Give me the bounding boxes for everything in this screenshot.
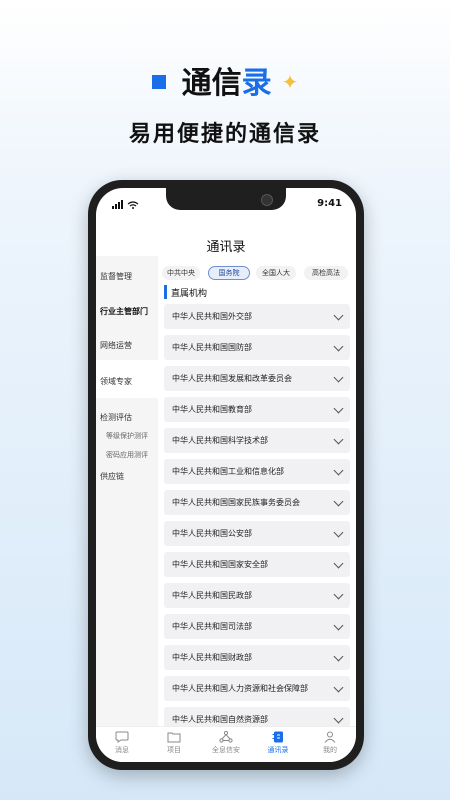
phone-screen: 9:41 通讯录 监督管理行业主管部门 网络运营领域专家检测评估等级保护测评 密码应… bbox=[96, 188, 356, 762]
chevron-down-icon[interactable] bbox=[333, 620, 344, 631]
chevron-down-icon[interactable] bbox=[333, 310, 344, 321]
sidebar-item[interactable]: 等级保护测评 bbox=[106, 431, 148, 441]
sidebar-item[interactable]: 监督管理 bbox=[100, 271, 132, 282]
tab-folder[interactable]: 项目 bbox=[148, 731, 200, 755]
promo-title: 通信录 ✦ bbox=[0, 58, 450, 102]
bottom-tab-bar: 消息 项目 全息信安 通讯录 我的 bbox=[96, 726, 356, 762]
sidebar-item[interactable]: 网络运营 bbox=[100, 340, 132, 351]
user-icon bbox=[304, 731, 356, 743]
list-item-label: 中华人民共和国司法部 bbox=[172, 622, 252, 631]
list-item-label: 中华人民共和国公安部 bbox=[172, 529, 252, 538]
tab-label: 消息 bbox=[115, 746, 129, 754]
sidebar-item[interactable]: 密码应用测评 bbox=[106, 450, 148, 460]
list-item[interactable]: 中华人民共和国国家民族事务委员会 bbox=[164, 490, 350, 515]
tab-label: 项目 bbox=[167, 746, 181, 754]
list-item-label: 中华人民共和国工业和信息化部 bbox=[172, 467, 284, 476]
list-item[interactable]: 中华人民共和国民政部 bbox=[164, 583, 350, 608]
tab-network[interactable]: 全息信安 bbox=[200, 731, 252, 755]
signal-wifi-icon bbox=[112, 200, 142, 212]
status-time: 9:41 bbox=[317, 198, 342, 209]
network-icon bbox=[200, 731, 252, 743]
phone-notch bbox=[166, 188, 286, 210]
chevron-down-icon[interactable] bbox=[333, 341, 344, 352]
chat-icon bbox=[96, 731, 148, 743]
org-tab[interactable]: 中共中央 bbox=[162, 266, 200, 280]
list-item-label: 中华人民共和国外交部 bbox=[172, 312, 252, 321]
list-item[interactable]: 中华人民共和国人力资源和社会保障部 bbox=[164, 676, 350, 701]
list-item-label: 中华人民共和国教育部 bbox=[172, 405, 252, 414]
chevron-down-icon[interactable] bbox=[333, 496, 344, 507]
chevron-down-icon[interactable] bbox=[333, 713, 344, 724]
org-tab[interactable]: 全国人大 bbox=[256, 266, 296, 280]
list-item[interactable]: 中华人民共和国公安部 bbox=[164, 521, 350, 546]
promo-header: 通信录 ✦ 易用便捷的通信录 bbox=[0, 0, 450, 180]
camera-icon bbox=[261, 194, 273, 206]
list-item-label: 中华人民共和国民政部 bbox=[172, 591, 252, 600]
phone-frame: 9:41 通讯录 监督管理行业主管部门 网络运营领域专家检测评估等级保护测评 密码应… bbox=[88, 180, 364, 770]
list-item[interactable]: 中华人民共和国国家安全部 bbox=[164, 552, 350, 577]
list-item[interactable]: 中华人民共和国司法部 bbox=[164, 614, 350, 639]
list-item-label: 中华人民共和国国家民族事务委员会 bbox=[172, 498, 300, 507]
chevron-down-icon[interactable] bbox=[333, 403, 344, 414]
org-tab[interactable]: 高检高法 bbox=[304, 266, 348, 280]
tab-label: 我的 bbox=[323, 746, 337, 754]
chevron-down-icon[interactable] bbox=[333, 651, 344, 662]
chevron-down-icon[interactable] bbox=[333, 682, 344, 693]
tab-contacts[interactable]: 通讯录 bbox=[252, 731, 304, 755]
list-item-label: 中华人民共和国国家安全部 bbox=[172, 560, 268, 569]
sidebar-item[interactable]: 领域专家 bbox=[100, 376, 132, 387]
tab-user[interactable]: 我的 bbox=[304, 731, 356, 755]
sidebar-item[interactable]: 行业主管部门 bbox=[100, 306, 148, 317]
section-title: 直属机构 bbox=[171, 289, 208, 299]
tab-chat[interactable]: 消息 bbox=[96, 731, 148, 755]
list-item-label: 中华人民共和国财政部 bbox=[172, 653, 252, 662]
list-item[interactable]: 中华人民共和国自然资源部 bbox=[164, 707, 350, 728]
list-item[interactable]: 中华人民共和国外交部 bbox=[164, 304, 350, 329]
list-item-label: 中华人民共和国国防部 bbox=[172, 343, 252, 352]
list-item[interactable]: 中华人民共和国财政部 bbox=[164, 645, 350, 670]
promo-subtitle: 易用便捷的通信录 bbox=[128, 122, 321, 147]
promo-title-accent: 录 bbox=[241, 66, 272, 101]
tab-label: 全息信安 bbox=[212, 746, 240, 754]
category-sidebar: 监督管理行业主管部门 网络运营领域专家检测评估等级保护测评 密码应用测评供应链 bbox=[96, 256, 158, 736]
sidebar-item[interactable]: 供应链 bbox=[100, 471, 124, 482]
list-item-label: 中华人民共和国发展和改革委员会 bbox=[172, 374, 292, 383]
org-list: 中华人民共和国外交部 中华人民共和国国防部 中华人民共和国发展和改革委员会 中华人民共… bbox=[164, 304, 352, 728]
sparkle-icon: ✦ bbox=[281, 69, 299, 94]
page-title: 通讯录 bbox=[206, 240, 246, 255]
list-item-label: 中华人民共和国自然资源部 bbox=[172, 715, 268, 724]
list-item[interactable]: 中华人民共和国发展和改革委员会 bbox=[164, 366, 350, 391]
sidebar-item[interactable]: 检测评估 bbox=[100, 412, 132, 423]
tab-label: 通讯录 bbox=[267, 746, 289, 754]
chevron-down-icon[interactable] bbox=[333, 558, 344, 569]
section-header: 直属机构 bbox=[164, 285, 355, 299]
list-item[interactable]: 中华人民共和国工业和信息化部 bbox=[164, 459, 350, 484]
org-tabs: 中共中央 国务院 全国人大 高检高法 bbox=[162, 266, 356, 282]
list-item[interactable]: 中华人民共和国科学技术部 bbox=[164, 428, 350, 453]
chevron-down-icon[interactable] bbox=[333, 589, 344, 600]
org-tab[interactable]: 国务院 bbox=[208, 266, 250, 280]
chevron-down-icon[interactable] bbox=[333, 434, 344, 445]
chevron-down-icon[interactable] bbox=[333, 527, 344, 538]
list-item[interactable]: 中华人民共和国教育部 bbox=[164, 397, 350, 422]
chevron-down-icon[interactable] bbox=[333, 372, 344, 383]
list-item-label: 中华人民共和国科学技术部 bbox=[172, 436, 268, 445]
list-item-label: 中华人民共和国人力资源和社会保障部 bbox=[172, 684, 308, 693]
folder-icon bbox=[148, 731, 200, 743]
list-item[interactable]: 中华人民共和国国防部 bbox=[164, 335, 350, 360]
chevron-down-icon[interactable] bbox=[333, 465, 344, 476]
promo-title-main: 通信 bbox=[181, 66, 242, 101]
square-bullet-icon bbox=[151, 74, 166, 89]
contacts-icon bbox=[252, 731, 304, 743]
